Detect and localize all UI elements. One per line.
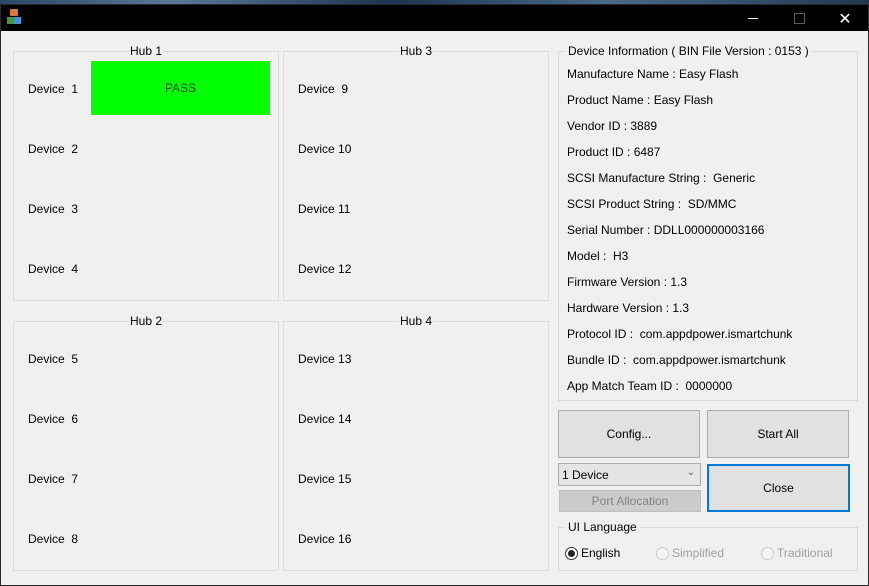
port-allocation-button[interactable]: Port Allocation <box>559 490 701 512</box>
device-3-label: Device 3 <box>28 202 79 216</box>
minimize-button[interactable] <box>730 5 776 31</box>
maximize-button[interactable] <box>776 5 822 31</box>
manufacture-name: Manufacture Name : Easy Flash <box>567 67 739 81</box>
scsi-manufacture-string: SCSI Manufacture String : Generic <box>567 171 756 185</box>
scsi-product-string: SCSI Product String : SD/MMC <box>567 197 737 211</box>
hub-3-title: Hub 3 <box>398 44 434 58</box>
device-14-label: Device 14 <box>298 412 352 426</box>
device-count-value: 1 Device <box>562 467 609 482</box>
start-all-button[interactable]: Start All <box>707 410 849 458</box>
hub-2-group: Hub 2 Device 5 Device 6 Device 7 Device … <box>13 314 279 571</box>
device-8-label: Device 8 <box>28 532 79 546</box>
radio-english-label: English <box>581 546 621 560</box>
device-10-label: Device 10 <box>298 142 352 156</box>
device-count-select[interactable]: 1 Device ⌄ <box>558 463 701 486</box>
app-match-team-id: App Match Team ID : 0000000 <box>567 379 733 393</box>
radio-simplified[interactable]: Simplified <box>656 546 724 560</box>
protocol-id: Protocol ID : com.appdpower.ismartchunk <box>567 327 793 341</box>
device-2-label: Device 2 <box>28 142 79 156</box>
device-9-label: Device 9 <box>298 82 349 96</box>
radio-simplified-label: Simplified <box>672 546 725 560</box>
radio-unchecked-icon <box>761 546 774 560</box>
hardware-version: Hardware Version : 1.3 <box>567 301 690 315</box>
radio-traditional-label: Traditional <box>777 546 833 560</box>
serial-number: Serial Number : DDLL000000003166 <box>567 223 765 237</box>
main-window: ✕ Hub 1 Device 1 PASS Device 2 Device 3 … <box>0 4 869 586</box>
device-info-title: Device Information ( BIN File Version : … <box>565 44 812 58</box>
device-6-label: Device 6 <box>28 412 79 426</box>
ui-language-group: UI Language English Simplified Tradition… <box>558 520 858 571</box>
device-1-label: Device 1 <box>28 82 79 96</box>
close-window-button[interactable]: ✕ <box>822 5 868 31</box>
device-5-label: Device 5 <box>28 352 79 366</box>
bundle-id: Bundle ID : com.appdpower.ismartchunk <box>567 353 786 367</box>
hub-4-group: Hub 4 Device 13 Device 14 Device 15 Devi… <box>283 314 549 571</box>
firmware-version: Firmware Version : 1.3 <box>567 275 688 289</box>
radio-english[interactable]: English <box>565 546 620 560</box>
radio-checked-icon <box>565 546 578 560</box>
radio-unchecked-icon <box>656 546 669 560</box>
hub-3-group: Hub 3 Device 9 Device 10 Device 11 Devic… <box>283 44 549 301</box>
model: Model : H3 <box>567 249 629 263</box>
device-4-label: Device 4 <box>28 262 79 276</box>
device-11-label: Device 11 <box>298 202 351 216</box>
vendor-id: Vendor ID : 3889 <box>567 119 658 133</box>
device-7-label: Device 7 <box>28 472 79 486</box>
device-15-label: Device 15 <box>298 472 352 486</box>
device-1-status: PASS <box>91 61 270 115</box>
app-icon <box>7 9 21 25</box>
hub-2-title: Hub 2 <box>128 314 164 328</box>
config-button[interactable]: Config... <box>558 410 700 458</box>
hub-1-group: Hub 1 Device 1 PASS Device 2 Device 3 De… <box>13 44 279 301</box>
device-12-label: Device 12 <box>298 262 352 276</box>
ui-language-title: UI Language <box>565 520 640 534</box>
product-name: Product Name : Easy Flash <box>567 93 714 107</box>
device-info-group: Device Information ( BIN File Version : … <box>558 44 858 401</box>
device-16-label: Device 16 <box>298 532 352 546</box>
chevron-down-icon: ⌄ <box>686 467 695 478</box>
hub-4-title: Hub 4 <box>398 314 434 328</box>
device-13-label: Device 13 <box>298 352 352 366</box>
hub-1-title: Hub 1 <box>128 44 164 58</box>
product-id: Product ID : 6487 <box>567 145 661 159</box>
title-bar[interactable]: ✕ <box>1 5 868 31</box>
close-button[interactable]: Close <box>707 464 850 512</box>
radio-traditional[interactable]: Traditional <box>761 546 833 560</box>
